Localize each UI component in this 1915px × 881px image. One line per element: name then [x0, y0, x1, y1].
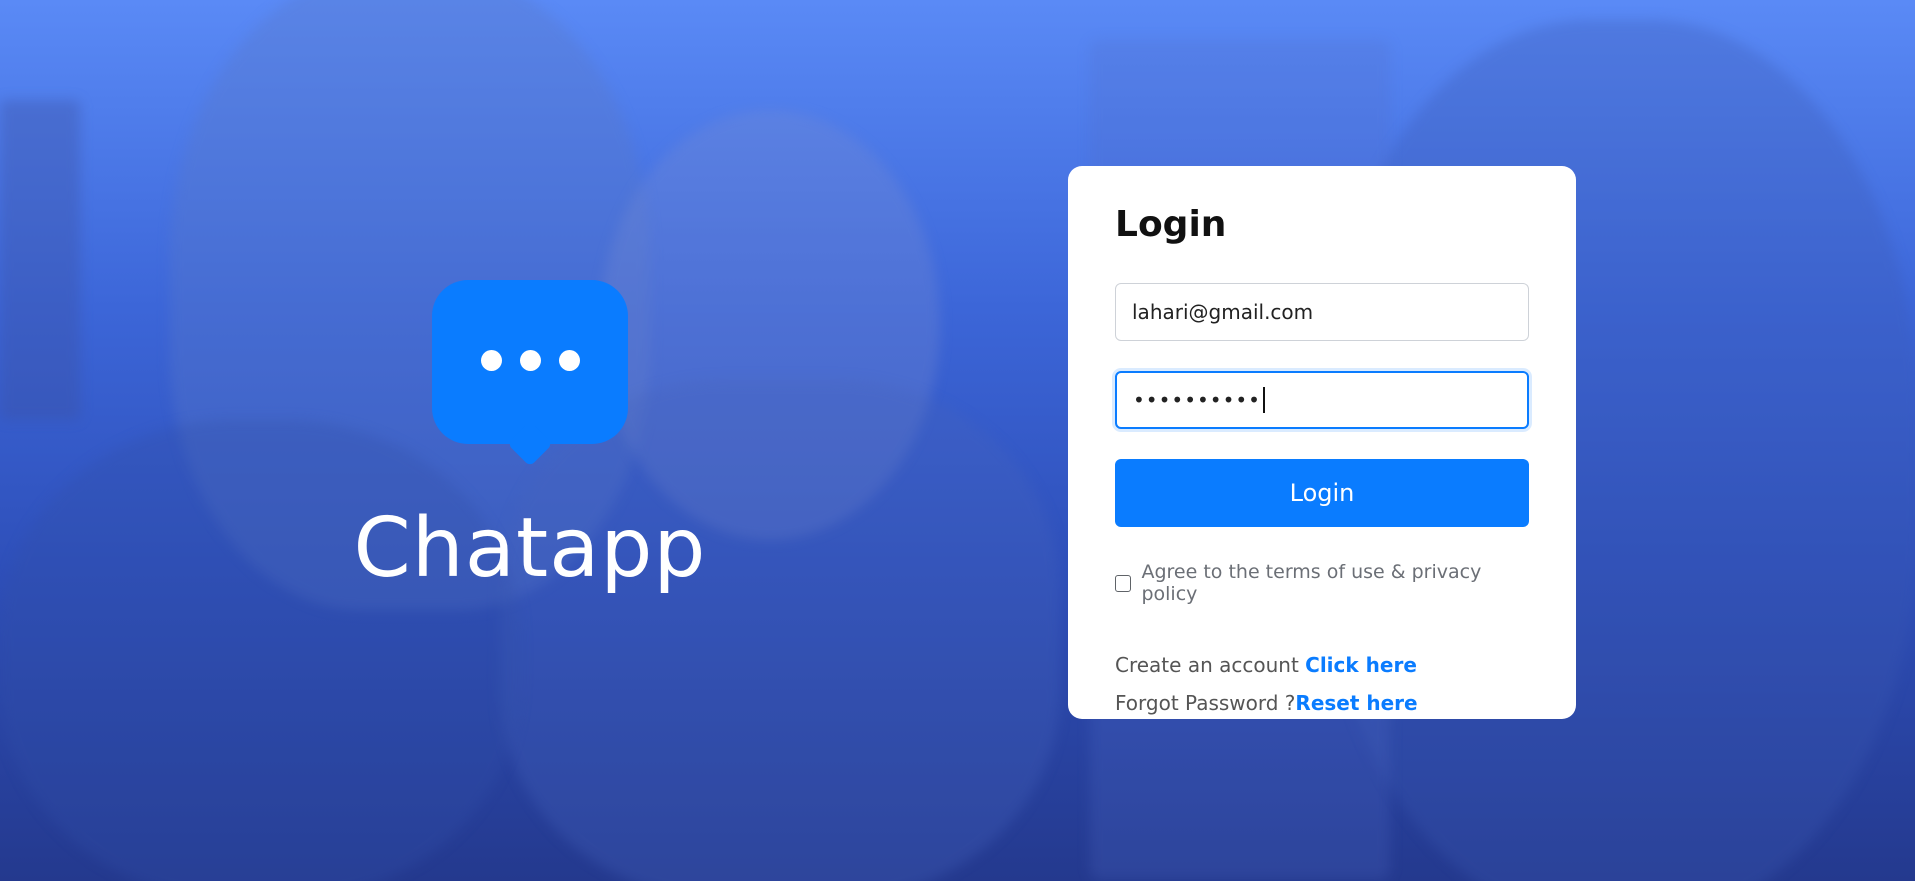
text-caret [1262, 387, 1265, 413]
reset-password-link[interactable]: Reset here [1295, 691, 1417, 715]
forgot-password-row: Forgot Password ?Reset here [1115, 691, 1529, 715]
password-field[interactable]: •••••••••• [1115, 371, 1529, 429]
login-title: Login [1115, 204, 1227, 245]
brand: Chatapp [340, 280, 720, 590]
create-account-text: Create an account [1115, 653, 1306, 677]
login-button[interactable]: Login [1115, 459, 1529, 527]
brand-name: Chatapp [353, 501, 707, 596]
email-field[interactable]: lahari@gmail.com [1115, 283, 1529, 341]
terms-label: Agree to the terms of use & privacy poli… [1141, 561, 1482, 605]
password-value: •••••••••• [1133, 388, 1261, 412]
background-photo [0, 0, 1915, 881]
email-value: lahari@gmail.com [1132, 300, 1314, 324]
login-card: Login lahari@gmail.com •••••••••• Login … [1068, 166, 1576, 719]
create-account-row: Create an account Click here [1115, 653, 1529, 677]
terms-checkbox[interactable] [1115, 574, 1132, 592]
terms-row: Agree to the terms of use & privacy poli… [1115, 561, 1529, 605]
forgot-password-text: Forgot Password ? [1115, 691, 1296, 715]
chat-bubble-icon [432, 280, 628, 476]
create-account-link[interactable]: Click here [1305, 653, 1417, 677]
